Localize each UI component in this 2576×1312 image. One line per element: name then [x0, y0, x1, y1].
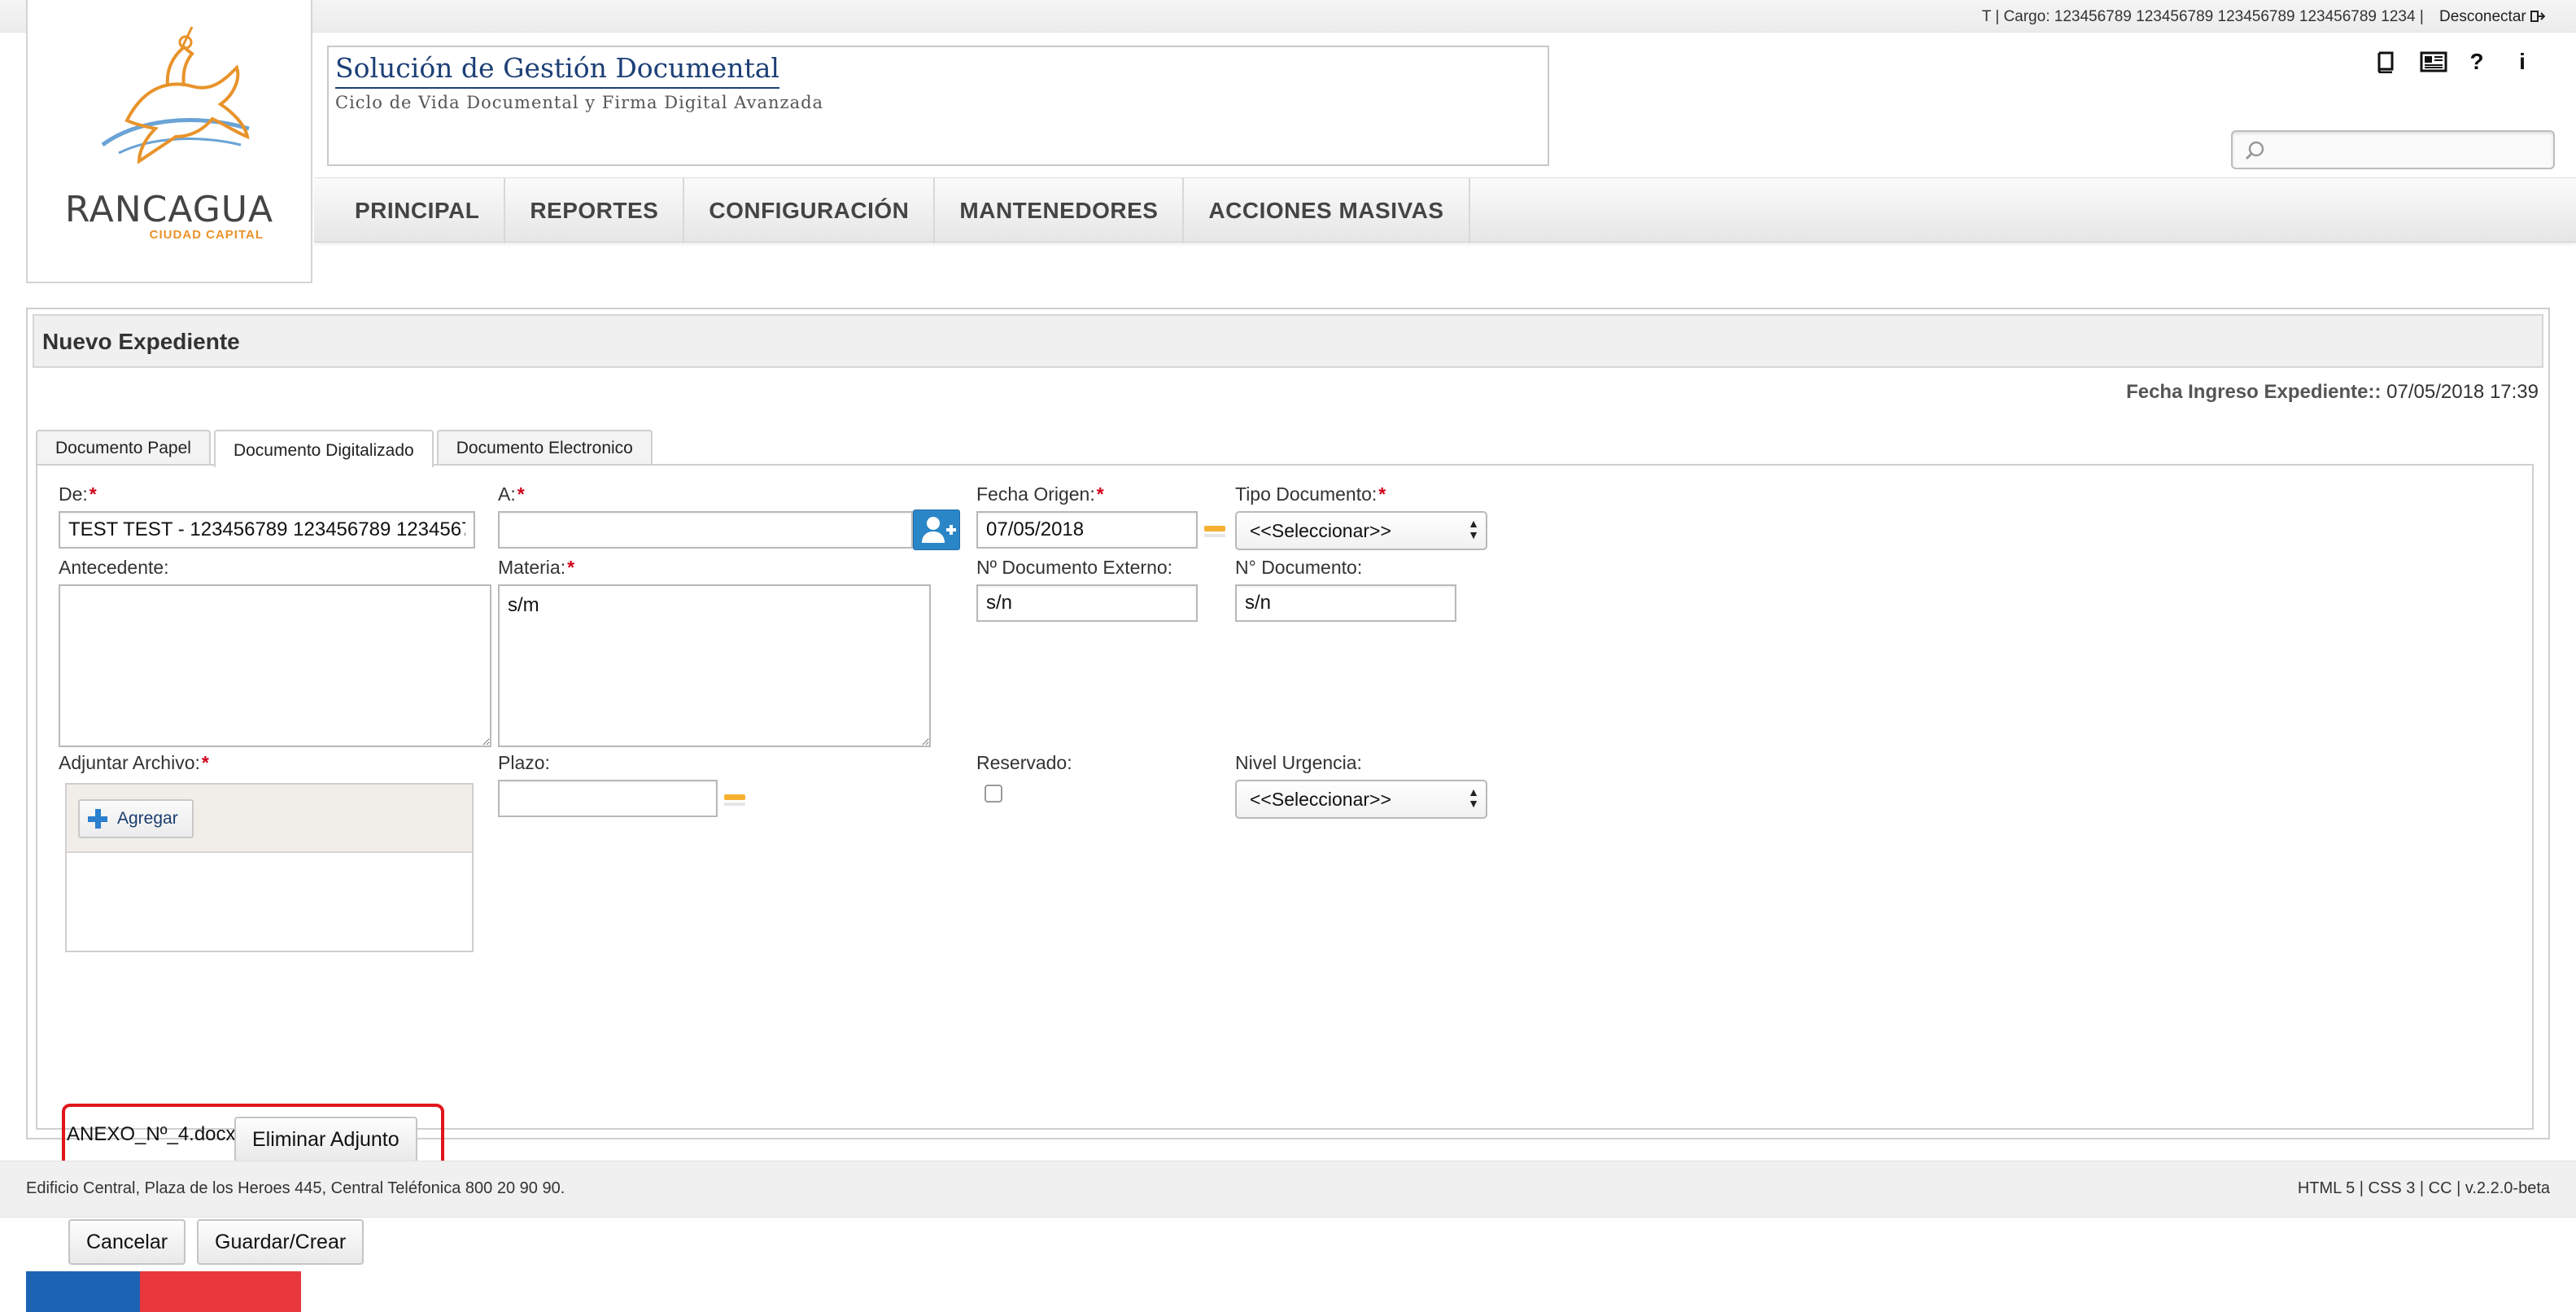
nav-item-acciones-masivas[interactable]: ACCIONES MASIVAS — [1184, 178, 1470, 243]
logout-icon — [2530, 11, 2546, 22]
materia-label: Materia:* — [498, 557, 575, 578]
agregar-label: Agregar — [117, 809, 178, 828]
flag-stripe-blue — [26, 1271, 140, 1312]
add-user-icon — [922, 517, 956, 543]
book-icon[interactable] — [2374, 50, 2397, 74]
upload-area[interactable]: Agregar — [65, 783, 474, 952]
a-input[interactable] — [498, 511, 913, 549]
tab-documento-digitalizado[interactable]: Documento Digitalizado — [213, 430, 434, 467]
newspaper-icon[interactable] — [2420, 50, 2447, 73]
nivel-urgencia-value: <<Seleccionar>> — [1250, 789, 1391, 810]
logo[interactable]: RANCAGUA CIUDAD CAPITAL — [26, 0, 312, 283]
doc-externo-input[interactable] — [976, 584, 1198, 622]
user-info: T | Cargo: 123456789 123456789 123456789… — [1981, 8, 2546, 26]
doc-externo-label: Nº Documento Externo: — [976, 557, 1173, 578]
tab-documento-electronico[interactable]: Documento Electronico — [436, 430, 653, 464]
select-arrows-icon: ▲ ▼ — [1468, 785, 1479, 810]
nav-item-reportes[interactable]: REPORTES — [505, 178, 685, 243]
nivel-urgencia-label: Nivel Urgencia: — [1235, 752, 1362, 773]
num-documento-label: N° Documento: — [1235, 557, 1363, 578]
nivel-urgencia-select[interactable]: <<Seleccionar>> ▲ ▼ — [1235, 780, 1487, 819]
antecedente-textarea[interactable] — [59, 584, 491, 747]
eliminar-adjunto-button[interactable]: Eliminar Adjunto — [234, 1117, 417, 1162]
select-arrows-icon: ▲ ▼ — [1468, 517, 1479, 541]
app-subtitle: Ciclo de Vida Documental y Firma Digital… — [335, 93, 824, 112]
logout-link[interactable]: Desconectar — [2439, 8, 2546, 25]
cancel-button[interactable]: Cancelar — [68, 1219, 186, 1265]
agregar-button[interactable]: Agregar — [78, 799, 194, 838]
fecha-ingreso-label: Fecha Ingreso Expediente:: — [2126, 381, 2382, 403]
fecha-ingreso: Fecha Ingreso Expediente:: 07/05/2018 17… — [2126, 381, 2539, 404]
page-title: Nuevo Expediente — [42, 329, 240, 354]
main-nav: PRINCIPAL REPORTES CONFIGURACIÓN MANTENE… — [314, 177, 2576, 243]
antecedente-label: Antecedente: — [59, 557, 169, 578]
materia-textarea[interactable]: s/m — [498, 584, 931, 747]
logo-subtitle: CIUDAD CAPITAL — [149, 228, 264, 242]
fecha-origen-input[interactable] — [976, 511, 1198, 549]
flag-stripe-red — [140, 1271, 301, 1312]
nav-item-mantenedores[interactable]: MANTENEDORES — [935, 178, 1185, 243]
plus-icon — [88, 809, 107, 829]
calendar-icon[interactable] — [724, 788, 745, 809]
nav-item-principal[interactable]: PRINCIPAL — [330, 178, 506, 243]
tipo-documento-label: Tipo Documento:* — [1235, 483, 1386, 505]
footer: Edificio Central, Plaza de los Heroes 44… — [0, 1161, 2576, 1218]
fecha-ingreso-value: 07/05/2018 17:39 — [2386, 381, 2539, 403]
num-documento-input[interactable] — [1235, 584, 1456, 622]
footer-tech: HTML 5 | CSS 3 | CC | v.2.2.0-beta — [2297, 1179, 2550, 1197]
header-icons: ? i — [2374, 50, 2534, 74]
plazo-label: Plazo: — [498, 752, 550, 773]
footer-address: Edificio Central, Plaza de los Heroes 44… — [26, 1179, 565, 1197]
search-icon — [2245, 141, 2264, 160]
top-strip: T | Cargo: 123456789 123456789 123456789… — [0, 0, 2576, 33]
fecha-origen-label: Fecha Origen:* — [976, 483, 1104, 505]
expediente-panel: Nuevo Expediente Fecha Ingreso Expedient… — [26, 308, 2550, 1265]
attachment-filename: ANEXO_Nº_4.docx — [67, 1123, 236, 1145]
search-box[interactable] — [2231, 130, 2555, 169]
app-banner: Solución de Gestión Documental Ciclo de … — [327, 46, 1549, 166]
upload-toolbar: Agregar — [67, 785, 472, 853]
tab-documento-papel[interactable]: Documento Papel — [36, 430, 211, 464]
calendar-icon[interactable] — [1204, 519, 1225, 540]
help-icon[interactable]: ? — [2465, 50, 2488, 73]
search-input[interactable] — [2270, 135, 2547, 164]
horse-rider-logo-icon — [101, 26, 250, 164]
logo-title: RANCAGUA — [64, 189, 274, 230]
panel-header: Nuevo Expediente — [33, 314, 2543, 368]
tipo-documento-select[interactable]: <<Seleccionar>> ▲ ▼ — [1235, 511, 1487, 550]
a-label: A:* — [498, 483, 525, 505]
save-button[interactable]: Guardar/Crear — [197, 1219, 365, 1265]
tab-bar: Documento Papel Documento Digitalizado D… — [36, 430, 656, 467]
app-title: Solución de Gestión Documental — [335, 52, 779, 89]
adjuntar-label: Adjuntar Archivo:* — [59, 752, 209, 773]
de-input[interactable] — [59, 511, 475, 549]
reservado-checkbox[interactable] — [985, 785, 1002, 803]
nav-item-configuracion[interactable]: CONFIGURACIÓN — [684, 178, 936, 243]
user-cargo-text: T | Cargo: 123456789 123456789 123456789… — [1981, 8, 2424, 25]
logout-label: Desconectar — [2439, 8, 2526, 25]
tipo-documento-value: <<Seleccionar>> — [1250, 520, 1391, 541]
tab-content: De:* A:* Fecha Origen:* Tipo Documento:*… — [36, 464, 2534, 1265]
add-user-button[interactable] — [913, 509, 960, 550]
reservado-label: Reservado: — [976, 752, 1072, 773]
info-icon[interactable]: i — [2511, 50, 2534, 73]
plazo-input[interactable] — [498, 780, 718, 817]
de-label: De:* — [59, 483, 97, 505]
